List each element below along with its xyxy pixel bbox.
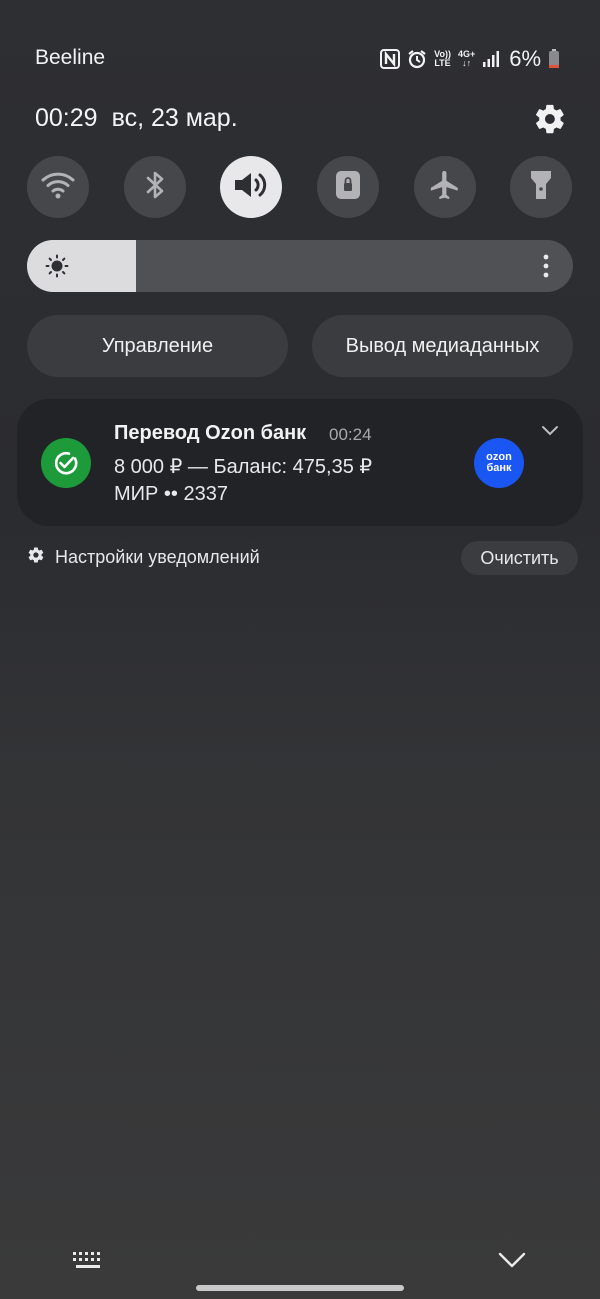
speaker-icon bbox=[232, 169, 270, 206]
clock-date[interactable]: вс, 23 мар. bbox=[112, 104, 238, 133]
notification-text-line2: МИР •• 2337 bbox=[114, 483, 228, 505]
sound-tile[interactable] bbox=[220, 156, 282, 218]
datetime-row: 00:29 вс, 23 мар. bbox=[35, 104, 238, 133]
more-vert-icon[interactable] bbox=[543, 254, 549, 283]
clear-button[interactable]: Очистить bbox=[461, 541, 578, 575]
notification-title: Перевод Ozon банк bbox=[114, 422, 307, 444]
signal-icon bbox=[482, 50, 500, 68]
bluetooth-tile[interactable] bbox=[124, 156, 186, 218]
battery-percent: 6% bbox=[509, 46, 541, 71]
airplane-icon bbox=[427, 168, 463, 207]
gear-icon[interactable] bbox=[533, 102, 567, 136]
notification-settings-label: Настройки уведомлений bbox=[55, 547, 260, 567]
brightness-slider[interactable] bbox=[27, 240, 573, 292]
bluetooth-icon bbox=[144, 169, 166, 206]
media-output-button[interactable]: Вывод медиаданных bbox=[312, 315, 573, 377]
network-bottom: ↓↑ bbox=[462, 58, 472, 68]
wifi-tile[interactable] bbox=[27, 156, 89, 218]
chevron-down-icon[interactable] bbox=[498, 1251, 526, 1274]
brightness-level bbox=[27, 240, 137, 292]
rotation-lock-tile[interactable] bbox=[317, 156, 379, 218]
notification-settings-link[interactable]: Настройки уведомлений bbox=[27, 546, 260, 569]
logo-text-bottom: банк bbox=[486, 462, 512, 474]
carrier-name: Beeline bbox=[35, 46, 106, 69]
airplane-tile[interactable] bbox=[414, 156, 476, 218]
status-icons: Vo)) LTE 4G+ ↓↑ 6% bbox=[380, 44, 560, 74]
lock-icon bbox=[334, 169, 362, 206]
settings-small-icon bbox=[27, 546, 45, 569]
battery-icon bbox=[548, 49, 560, 69]
volte-icon: Vo)) LTE bbox=[434, 50, 451, 68]
volte-bottom: LTE bbox=[434, 58, 451, 68]
chevron-down-icon[interactable] bbox=[541, 423, 559, 441]
check-icon bbox=[41, 438, 91, 488]
alarm-icon bbox=[407, 49, 427, 69]
flashlight-icon bbox=[528, 168, 554, 207]
4g-plus-icon: 4G+ ↓↑ bbox=[458, 50, 475, 68]
ozon-bank-logo: ozon банк bbox=[474, 438, 524, 488]
device-control-button[interactable]: Управление bbox=[27, 315, 288, 377]
wifi-icon bbox=[40, 170, 76, 205]
sun-icon bbox=[45, 254, 69, 283]
notification-time: 00:24 bbox=[329, 425, 372, 444]
keyboard-icon[interactable] bbox=[73, 1252, 103, 1275]
notification-text-line1: 8 000 ₽ — Баланс: 475,35 ₽ bbox=[114, 456, 373, 478]
nfc-icon bbox=[380, 49, 401, 69]
flashlight-tile[interactable] bbox=[510, 156, 572, 218]
notification-card[interactable]: Перевод Ozon банк 00:24 8 000 ₽ — Баланс… bbox=[17, 399, 583, 526]
home-indicator[interactable] bbox=[196, 1285, 404, 1291]
clock-time[interactable]: 00:29 bbox=[35, 104, 98, 133]
